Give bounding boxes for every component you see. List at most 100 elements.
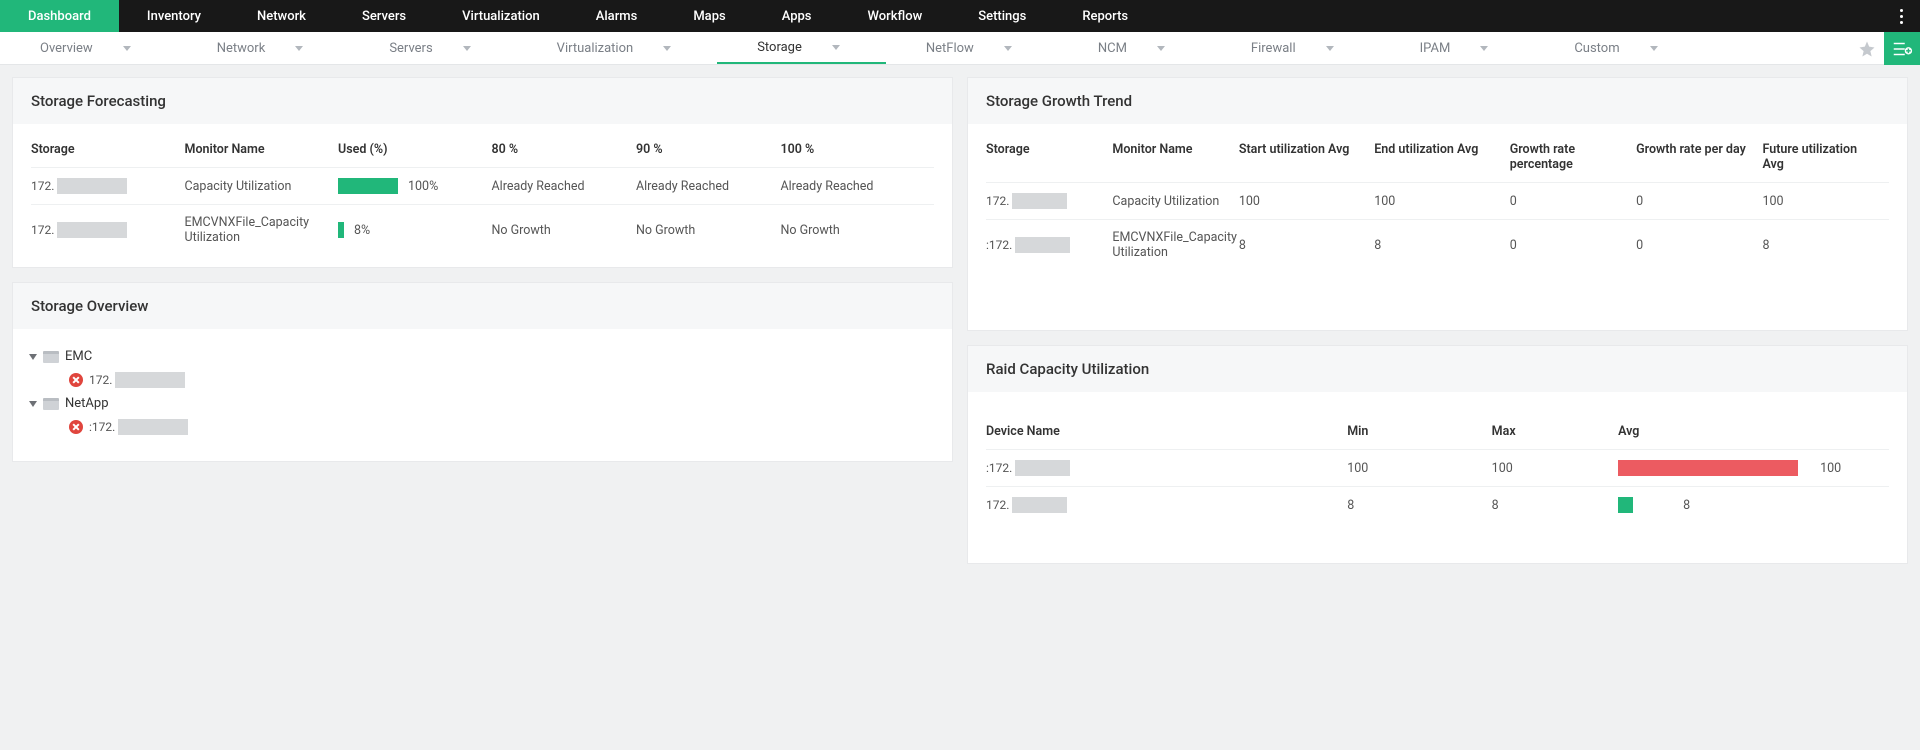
col-device: Device Name	[986, 412, 1347, 450]
raid-bar: 100	[1618, 460, 1881, 476]
top-nav: Dashboard Inventory Network Servers Virt…	[0, 0, 1920, 32]
nav-dashboard[interactable]: Dashboard	[0, 0, 119, 32]
table-row[interactable]: :172. 100 100 100	[986, 450, 1889, 487]
tree-leaf[interactable]: :172.	[69, 415, 936, 439]
cell-max: 8	[1492, 487, 1618, 524]
subnav-label: NetFlow	[926, 41, 974, 56]
cell-future: 8	[1763, 220, 1890, 271]
col-end: End utilization Avg	[1374, 130, 1509, 183]
col-growthpct: Growth rate percentage	[1510, 130, 1636, 183]
left-column: Storage Forecasting Storage Monitor Name…	[12, 77, 953, 564]
nav-reports[interactable]: Reports	[1054, 0, 1156, 32]
cell-start: 100	[1239, 183, 1374, 220]
subnav-overview[interactable]: Overview	[0, 32, 177, 64]
nav-network[interactable]: Network	[229, 0, 334, 32]
table-row[interactable]: 172. 8 8 8	[986, 487, 1889, 524]
error-icon	[69, 373, 83, 387]
col-storage: Storage	[31, 130, 185, 168]
add-widget-button[interactable]	[1884, 32, 1920, 65]
monitor-name: Capacity Utilization	[185, 168, 339, 205]
cell-end: 8	[1374, 220, 1509, 271]
panel-raid-capacity: Raid Capacity Utilization Device Name Mi…	[967, 345, 1908, 564]
folder-icon	[43, 398, 59, 410]
nav-inventory[interactable]: Inventory	[119, 0, 229, 32]
subnav-label: Storage	[757, 40, 802, 55]
col-start: Start utilization Avg	[1239, 130, 1374, 183]
device-ip: :172.	[986, 460, 1070, 476]
growth-table: Storage Monitor Name Start utilization A…	[986, 130, 1889, 270]
subnav-storage[interactable]: Storage	[717, 32, 886, 64]
col-growthday: Growth rate per day	[1636, 130, 1762, 183]
col-monitor: Monitor Name	[1112, 130, 1238, 183]
nav-settings[interactable]: Settings	[950, 0, 1054, 32]
subnav-network[interactable]: Network	[177, 32, 350, 64]
panel-storage-growth: Storage Growth Trend Storage Monitor Nam…	[967, 77, 1908, 331]
col-90: 90 %	[636, 130, 780, 168]
table-row[interactable]: 172. Capacity Utilization 100% Already R…	[31, 168, 934, 205]
col-max: Max	[1492, 412, 1618, 450]
table-row[interactable]: 172. EMCVNXFile_Capacity Utilization 8% …	[31, 205, 934, 256]
cell-80: No Growth	[492, 205, 636, 256]
col-used: Used (%)	[338, 130, 492, 168]
table-row[interactable]: 172. Capacity Utilization 100 100 0 0 10…	[986, 183, 1889, 220]
subnav-servers[interactable]: Servers	[349, 32, 516, 64]
panel-title: Storage Overview	[13, 283, 952, 329]
panel-title: Storage Growth Trend	[968, 78, 1907, 124]
panel-storage-forecasting: Storage Forecasting Storage Monitor Name…	[12, 77, 953, 268]
subnav-netflow[interactable]: NetFlow	[886, 32, 1058, 64]
cell-90: No Growth	[636, 205, 780, 256]
tree-node-netapp[interactable]: NetApp	[29, 392, 936, 415]
nav-servers[interactable]: Servers	[334, 0, 434, 32]
more-menu-button[interactable]	[1888, 0, 1914, 32]
cell-perday: 0	[1636, 183, 1762, 220]
panel-storage-overview: Storage Overview EMC 172.	[12, 282, 953, 462]
forecasting-table: Storage Monitor Name Used (%) 80 % 90 % …	[31, 130, 934, 255]
chevron-down-icon	[1650, 46, 1658, 51]
cell-100: No Growth	[780, 205, 934, 256]
error-icon	[69, 420, 83, 434]
subnav-virtualization[interactable]: Virtualization	[517, 32, 718, 64]
tree-node-emc[interactable]: EMC	[29, 345, 936, 368]
nav-maps[interactable]: Maps	[665, 0, 753, 32]
subnav-firewall[interactable]: Firewall	[1211, 32, 1380, 64]
chevron-down-icon	[123, 46, 131, 51]
tree-toggle-icon	[29, 354, 37, 360]
chevron-down-icon	[1326, 46, 1334, 51]
storage-tree: EMC 172. NetApp	[13, 335, 952, 449]
cell-perday: 0	[1636, 220, 1762, 271]
chevron-down-icon	[832, 45, 840, 50]
cell-end: 100	[1374, 183, 1509, 220]
chevron-down-icon	[295, 46, 303, 51]
tree-ip: 172.	[89, 372, 185, 388]
tree-leaf[interactable]: 172.	[69, 368, 936, 392]
subnav-label: Network	[217, 41, 266, 56]
table-row[interactable]: :172. EMCVNXFile_Capacity Utilization 8 …	[986, 220, 1889, 271]
subnav-ipam[interactable]: IPAM	[1380, 32, 1535, 64]
col-future: Future utilization Avg	[1763, 130, 1890, 183]
cell-min: 100	[1347, 450, 1491, 487]
nav-apps[interactable]: Apps	[754, 0, 840, 32]
cell-future: 100	[1763, 183, 1890, 220]
chevron-down-icon	[1004, 46, 1012, 51]
utilization-bar: 100%	[338, 178, 484, 194]
nav-workflow[interactable]: Workflow	[840, 0, 951, 32]
subnav-ncm[interactable]: NCM	[1058, 32, 1211, 64]
sub-nav: Overview Network Servers Virtualization …	[0, 32, 1920, 65]
storage-ip: 172.	[986, 193, 1067, 209]
add-widget-icon	[1891, 38, 1913, 60]
subnav-label: Servers	[389, 41, 432, 56]
col-avg: Avg	[1618, 412, 1889, 450]
chevron-down-icon	[663, 46, 671, 51]
subnav-label: NCM	[1098, 41, 1127, 56]
storage-ip: 172.	[31, 222, 127, 238]
subnav-custom[interactable]: Custom	[1534, 32, 1703, 64]
nav-alarms[interactable]: Alarms	[568, 0, 666, 32]
nav-virtualization[interactable]: Virtualization	[434, 0, 568, 32]
cell-pct: 0	[1510, 183, 1636, 220]
cell-pct: 0	[1510, 220, 1636, 271]
subnav-label: Firewall	[1251, 41, 1296, 56]
device-ip: 172.	[986, 497, 1067, 513]
subnav-label: IPAM	[1420, 41, 1451, 56]
dashboard-content: Storage Forecasting Storage Monitor Name…	[0, 65, 1920, 576]
favorite-button[interactable]	[1850, 32, 1884, 65]
